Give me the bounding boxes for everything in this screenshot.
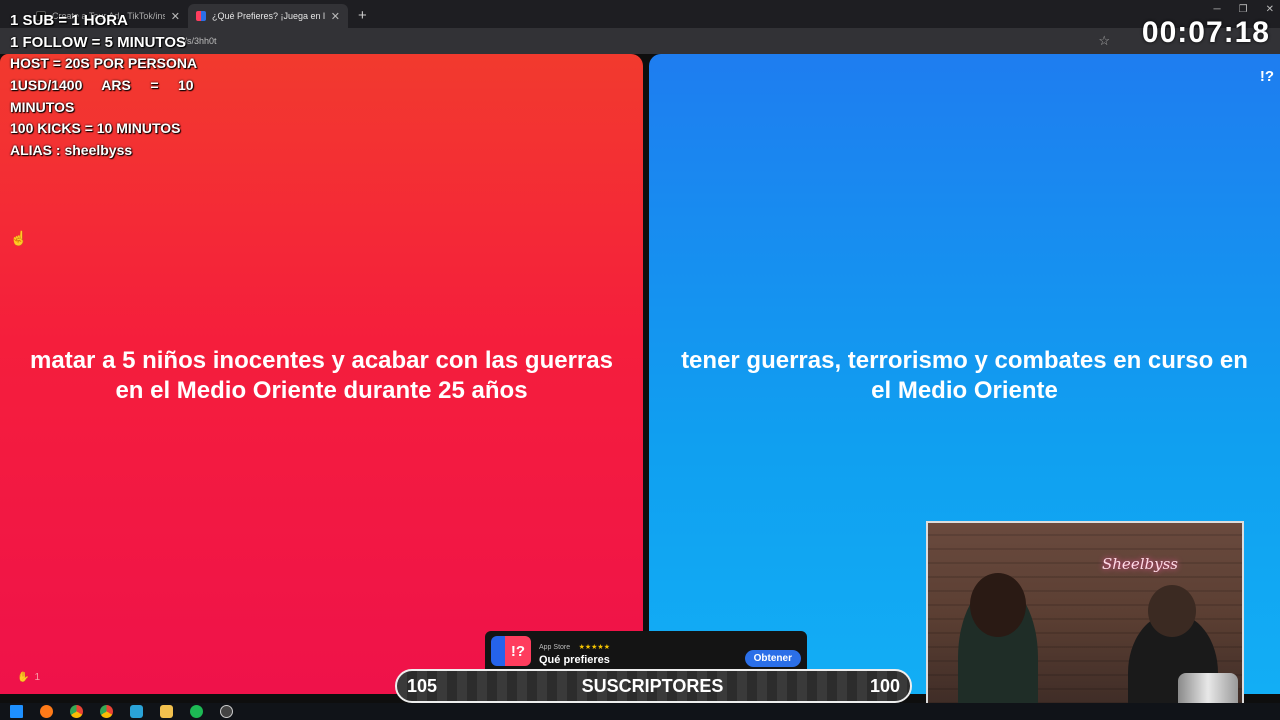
rating-stars-icon: ★★★★★ [578, 644, 610, 651]
streamer-right-head [1148, 585, 1196, 637]
option-blue-text: tener guerras, terrorismo y combates en … [681, 347, 1248, 404]
likes-count: 1 [34, 672, 41, 683]
tab-title: ¿Qué Prefieres? ¡Juega en línea! [212, 11, 325, 21]
overlay-line: MINUTOS [10, 98, 75, 115]
overlay-line: 1 FOLLOW = 5 MINUTOS [10, 33, 186, 51]
subathon-timer: 00:07:18 [1141, 16, 1270, 49]
window-controls: ─ ❐ ✕ [1214, 4, 1274, 15]
obs-icon[interactable] [220, 705, 233, 718]
folder-icon[interactable] [160, 705, 173, 718]
firefox-icon[interactable] [40, 705, 53, 718]
que-prefieres-favicon-icon [196, 11, 206, 21]
overlay-line: ALIAS : sheelbyss [10, 142, 133, 159]
files-icon[interactable] [130, 705, 143, 718]
overlay-line: 100 KICKS = 10 MINUTOS [10, 120, 181, 137]
streamer-left-head [970, 573, 1026, 637]
ad-app-name: Qué prefieres [539, 654, 610, 666]
app-store-ad[interactable]: !? App Store ★★★★★ Qué prefieres Obtener [485, 631, 807, 671]
close-tab-icon[interactable]: ✕ [331, 10, 340, 23]
overlay-line: 1 SUB = 1 HORA [10, 12, 128, 29]
new-tab-button[interactable]: + [358, 7, 367, 24]
app-store-label: App Store [539, 644, 571, 651]
chrome-icon[interactable] [70, 705, 83, 718]
bookmark-star-icon[interactable]: ☆ [1098, 33, 1110, 49]
hand-cursor-icon: ☝ [10, 230, 28, 246]
spotify-icon[interactable] [190, 705, 203, 718]
chrome-icon[interactable] [100, 705, 113, 718]
overlay-line: HOST = 20S POR PERSONA [10, 55, 198, 72]
close-window-icon[interactable]: ✕ [1266, 4, 1274, 15]
ad-text: App Store ★★★★★ Qué prefieres [539, 636, 610, 666]
subscriber-goal-bar: 105 SUSCRIPTORES 100 [395, 669, 912, 703]
taskbar [0, 703, 1280, 720]
tab-que-prefieres[interactable]: ¿Qué Prefieres? ¡Juega en línea! ✕ [188, 4, 348, 28]
screen: { "browser": { "tabs": [ {"title": "Crea… [0, 0, 1280, 720]
ad-store-line: App Store ★★★★★ [539, 636, 610, 654]
minimize-icon[interactable]: ─ [1214, 4, 1221, 15]
neon-sign: Sheelbyss [1102, 555, 1178, 573]
restore-icon[interactable]: ❐ [1239, 4, 1248, 15]
windows-start-icon[interactable] [10, 705, 23, 718]
goal-label: SUSCRIPTORES [581, 675, 724, 696]
overlay-line: 1USD/1400 ARS = 10 [10, 77, 194, 94]
option-red-text: matar a 5 niños inocentes y acabar con l… [30, 347, 613, 404]
app-icon: !? [491, 636, 531, 666]
likes-counter: ✋ 1 [17, 672, 40, 683]
help-icon[interactable]: !? [1260, 68, 1274, 85]
goal-target: 100 [869, 675, 901, 696]
stream-rules-overlay: 1 SUB = 1 HORA 1 FOLLOW = 5 MINUTOS HOST… [10, 10, 197, 162]
goal-current: 105 [407, 675, 438, 696]
hand-icon: ✋ [17, 672, 30, 683]
get-app-button[interactable]: Obtener [744, 650, 801, 667]
webcam-feed: Sheelbyss [926, 521, 1244, 720]
